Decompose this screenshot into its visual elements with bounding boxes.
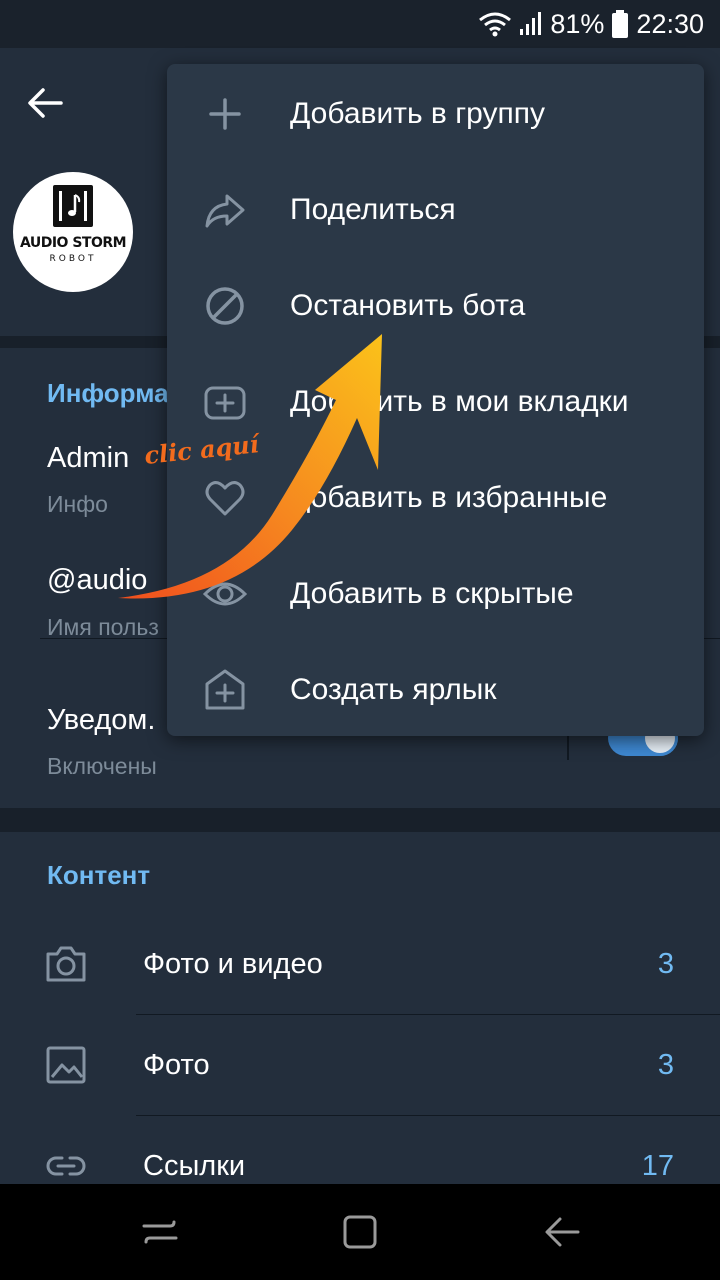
menu-item-label: Поделиться	[290, 193, 456, 226]
section-gap	[0, 808, 720, 832]
menu-item-label: Добавить в скрытые	[290, 577, 574, 610]
info-section-title: Информа	[47, 378, 169, 408]
home-icon[interactable]	[340, 1212, 380, 1252]
content-row-label: Фото	[143, 1049, 210, 1081]
menu-item-label: Добавить в группу	[290, 97, 545, 130]
avatar[interactable]: AUDIO STORM ROBOT	[13, 172, 133, 292]
menu-item-add-to-favorites[interactable]: Добавить в избранные	[167, 450, 704, 546]
block-icon	[206, 287, 244, 325]
content-section: Контент Фото и видео 3 Фото 3 Ссылки 17	[0, 832, 720, 1184]
add-shortcut-icon	[205, 669, 245, 710]
battery-percent: 81%	[550, 8, 605, 39]
username-label: Имя польз	[47, 614, 159, 640]
logo-text: AUDIO STORM	[19, 235, 127, 251]
menu-item-stop-bot[interactable]: Остановить бота	[167, 258, 704, 354]
arrow-left-icon	[28, 88, 63, 118]
menu-item-add-to-hidden[interactable]: Добавить в скрытые	[167, 546, 704, 642]
menu-item-share[interactable]: Поделиться	[167, 162, 704, 258]
content-row-photos-videos[interactable]: Фото и видео 3	[0, 914, 720, 1014]
navigation-bar	[0, 1184, 720, 1280]
menu-item-add-to-group[interactable]: Добавить в группу	[167, 66, 704, 162]
menu-item-label: Добавить в мои вкладки	[290, 385, 629, 418]
logo-subtext: ROBOT	[49, 254, 97, 264]
battery-icon	[612, 10, 629, 38]
content-row-label: Фото и видео	[143, 948, 323, 980]
notifications-value[interactable]: Уведом.	[47, 704, 155, 737]
image-icon	[46, 1046, 86, 1084]
menu-item-create-shortcut[interactable]: Создать ярлык	[167, 642, 704, 738]
content-row-count: 3	[657, 948, 674, 980]
clock: 22:30	[636, 8, 704, 39]
content-row-label: Ссылки	[143, 1150, 246, 1182]
link-icon	[46, 1156, 86, 1176]
signal-icon	[520, 12, 542, 35]
bio-label: Инфо	[47, 491, 108, 517]
menu-item-label: Остановить бота	[290, 289, 526, 322]
content-section-title: Контент	[47, 860, 151, 890]
content-row-count: 17	[641, 1150, 674, 1182]
heart-icon	[205, 481, 245, 516]
bio-value[interactable]: Admin	[47, 442, 129, 475]
status-bar: 81% 22:30	[0, 0, 720, 48]
plus-icon	[209, 98, 241, 130]
content-row-photos[interactable]: Фото 3	[0, 1015, 720, 1115]
status-icons: 81% 22:30	[478, 0, 704, 48]
eye-icon	[203, 582, 247, 606]
back-nav-icon[interactable]	[542, 1212, 582, 1252]
music-note-icon	[53, 185, 93, 227]
content-row-count: 3	[657, 1049, 674, 1081]
overflow-menu: Добавить в группу Поделиться Остановить …	[167, 64, 704, 736]
back-button[interactable]	[20, 78, 70, 128]
camera-icon	[46, 946, 86, 982]
menu-item-label: Создать ярлык	[290, 673, 497, 706]
menu-item-label: Добавить в избранные	[290, 481, 608, 514]
add-tab-icon	[204, 386, 246, 420]
username-value[interactable]: @audio	[47, 564, 147, 597]
notifications-label: Включены	[47, 753, 157, 779]
wifi-icon	[479, 12, 512, 37]
recent-apps-icon[interactable]	[140, 1212, 180, 1252]
share-icon	[205, 194, 245, 228]
